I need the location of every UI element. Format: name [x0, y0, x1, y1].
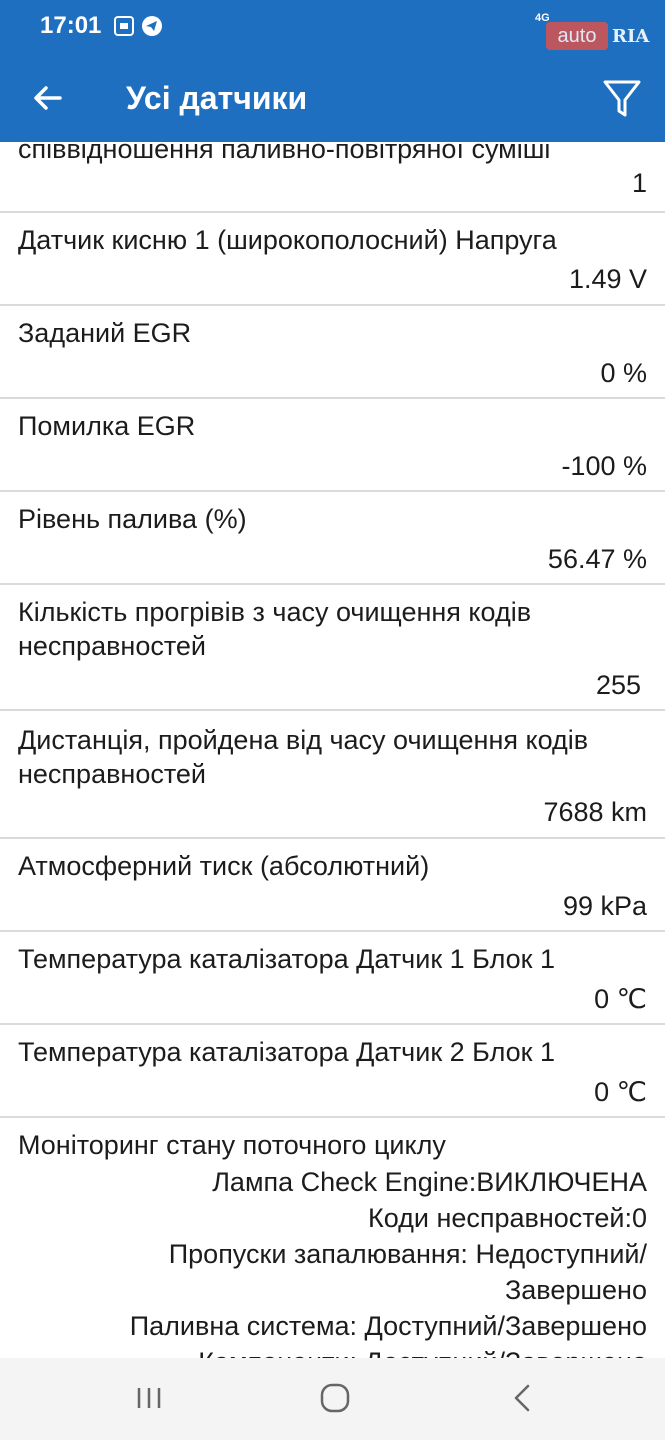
sensor-row[interactable]: Кількість прогрівів з часу очищення коді…	[0, 585, 665, 711]
sensor-list[interactable]: співвідношення паливно-повітряної суміші…	[0, 0, 665, 1358]
sensor-row[interactable]: Помилка EGR -100 %	[0, 399, 665, 492]
sensor-value: 0 ℃	[594, 1077, 647, 1107]
monitoring-line: Коди несправностей:0	[367, 1203, 647, 1233]
status-bar: 17:01 4G auto RIA	[0, 0, 665, 56]
sensor-value: 255	[595, 670, 641, 700]
watermark-logo: auto RIA	[546, 16, 658, 54]
sensor-value: 99 kPa	[562, 891, 647, 921]
telegram-icon	[142, 16, 162, 36]
sensor-row[interactable]: Дистанція, пройдена від часу очищення ко…	[0, 711, 665, 839]
screenshot-icon	[114, 16, 134, 36]
arrow-left-icon[interactable]	[30, 80, 66, 116]
monitoring-line: Лампа Check Engine:ВИКЛЮЧЕНА	[212, 1167, 647, 1197]
sensor-value: 0 %	[600, 358, 647, 388]
status-time: 17:01	[40, 12, 102, 39]
sensor-row[interactable]: Атмосферний тиск (абсолютний) 99 kPa	[0, 839, 665, 932]
sensor-name: Температура каталізатора Датчик 1 Блок 1	[18, 944, 555, 974]
monitoring-details: Лампа Check Engine:ВИКЛЮЧЕНА Коди неспра…	[27, 1164, 647, 1358]
system-nav-bar	[0, 1358, 665, 1440]
monitoring-line: Компоненти: Доступний/Завершено	[27, 1344, 647, 1358]
sensor-name: Заданий EGR	[18, 318, 192, 348]
sensor-value: 56.47 %	[547, 544, 647, 574]
sensor-value: 7688 km	[543, 797, 647, 827]
home-icon[interactable]	[317, 1380, 353, 1416]
monitoring-line: Пропуски запалювання: Недоступний/	[168, 1239, 647, 1269]
sensor-value: -100 %	[561, 451, 647, 481]
monitoring-name: Моніторинг стану поточного циклу	[18, 1130, 446, 1160]
monitoring-line: Завершено	[504, 1275, 647, 1305]
sensor-name: Датчик кисню 1 (широкополосний) Напруга	[18, 225, 557, 255]
watermark-auto: auto	[546, 22, 608, 50]
monitoring-line: Паливна система: Доступний/Завершено	[129, 1311, 647, 1341]
sensor-row[interactable]: Датчик кисню 1 (широкополосний) Напруга …	[0, 213, 665, 306]
sensor-name: Дистанція, пройдена від часу очищення ко…	[18, 725, 589, 789]
sensor-name: Атмосферний тиск (абсолютний)	[18, 851, 430, 881]
sensor-row[interactable]: Температура каталізатора Датчик 2 Блок 1…	[0, 1025, 665, 1118]
sensor-value: 1.49 V	[568, 264, 647, 294]
page-title: Усі датчики	[126, 80, 308, 116]
sensor-row[interactable]: Температура каталізатора Датчик 1 Блок 1…	[0, 932, 665, 1025]
sensor-name: Температура каталізатора Датчик 2 Блок 1	[18, 1037, 555, 1067]
recent-apps-icon[interactable]	[131, 1380, 167, 1416]
app-bar: 17:01 4G auto RIA Усі датчики	[0, 0, 665, 142]
sensor-name: Кількість прогрівів з часу очищення коді…	[18, 597, 532, 661]
back-chevron-icon[interactable]	[504, 1380, 540, 1416]
filter-icon[interactable]	[600, 76, 644, 120]
sensor-value: 0 ℃	[594, 984, 647, 1014]
sensor-value: 1	[631, 168, 647, 198]
sensor-name: Помилка EGR	[18, 411, 196, 441]
sensor-row[interactable]: Рівень палива (%) 56.47 %	[0, 492, 665, 585]
sensor-row[interactable]: Заданий EGR 0 %	[0, 306, 665, 399]
sensor-name: Рівень палива (%)	[18, 504, 247, 534]
watermark-ria: RIA	[612, 26, 650, 47]
